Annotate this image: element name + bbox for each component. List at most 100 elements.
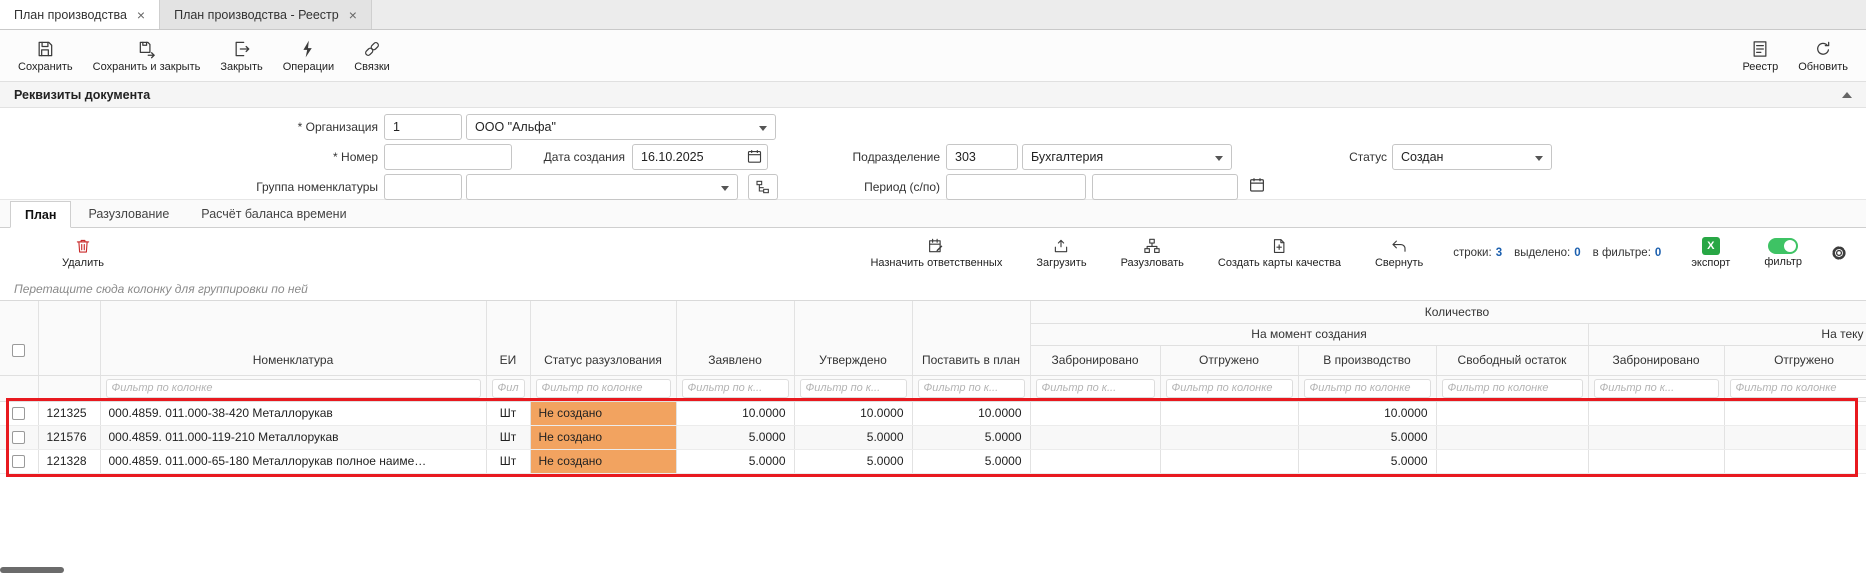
filter-input-in-production[interactable] [1304, 379, 1431, 398]
tab-time-balance[interactable]: Расчёт баланса времени [186, 200, 361, 227]
nomenclature-group-code-input[interactable] [384, 174, 462, 200]
approved-cell[interactable]: 5.0000 [794, 449, 912, 473]
filter-input-put-to-plan[interactable] [918, 379, 1025, 398]
row-checkbox[interactable] [12, 455, 25, 468]
filter-toggle-button[interactable]: фильтр [1754, 235, 1812, 271]
row-checkbox[interactable] [12, 407, 25, 420]
table-row[interactable]: 121325 000.4859. 011.000-38-420 Металлор… [0, 401, 1866, 425]
shipped-current-cell[interactable] [1724, 449, 1866, 473]
shipped-current-cell[interactable] [1724, 401, 1866, 425]
column-header-reserved-creation[interactable]: Забронировано [1030, 345, 1160, 375]
window-tab-plan-production[interactable]: План производства × [0, 0, 160, 29]
reserved-current-cell[interactable] [1588, 425, 1724, 449]
filter-input-unit[interactable] [492, 379, 525, 398]
reserved-creation-cell[interactable] [1030, 449, 1160, 473]
save-button[interactable]: Сохранить [8, 36, 83, 76]
declared-cell[interactable]: 5.0000 [676, 449, 794, 473]
in-production-cell[interactable]: 5.0000 [1298, 449, 1436, 473]
unit-cell[interactable]: Шт [486, 425, 530, 449]
load-button[interactable]: Загрузить [1026, 234, 1096, 272]
in-production-cell[interactable]: 5.0000 [1298, 425, 1436, 449]
reserved-creation-cell[interactable] [1030, 401, 1160, 425]
select-all-checkbox[interactable] [12, 344, 25, 357]
filter-input-reserved-creation[interactable] [1036, 379, 1155, 398]
period-to-input[interactable] [1092, 174, 1238, 200]
save-and-close-button[interactable]: Сохранить и закрыть [83, 36, 211, 76]
collapse-button[interactable]: Свернуть [1365, 234, 1433, 272]
free-rest-cell[interactable] [1436, 425, 1588, 449]
nomenclature-cell[interactable]: 000.4859. 011.000-65-180 Металлорукав по… [100, 449, 486, 473]
period-calendar-icon[interactable] [1248, 176, 1270, 198]
approved-cell[interactable]: 10.0000 [794, 401, 912, 425]
free-rest-cell[interactable] [1436, 401, 1588, 425]
column-header-in-production[interactable]: В производство [1298, 345, 1436, 375]
create-quality-cards-button[interactable]: Создать карты качества [1208, 234, 1351, 272]
shipped-creation-cell[interactable] [1160, 401, 1298, 425]
filter-input-free-rest[interactable] [1442, 379, 1583, 398]
tab-razuzlovanie[interactable]: Разузлование [73, 200, 184, 227]
column-header-approved[interactable]: Утверждено [794, 301, 912, 375]
filter-input-reserved-current[interactable] [1594, 379, 1719, 398]
filter-input-declared[interactable] [682, 379, 789, 398]
row-checkbox[interactable] [12, 431, 25, 444]
table-row[interactable]: 121576 000.4859. 011.000-119-210 Металло… [0, 425, 1866, 449]
reserved-current-cell[interactable] [1588, 449, 1724, 473]
put-to-plan-cell[interactable]: 5.0000 [912, 449, 1030, 473]
explosion-status-cell[interactable]: Не создано [530, 449, 676, 473]
declared-cell[interactable]: 10.0000 [676, 401, 794, 425]
approved-cell[interactable]: 5.0000 [794, 425, 912, 449]
period-from-input[interactable] [946, 174, 1086, 200]
explosion-status-cell[interactable]: Не создано [530, 401, 676, 425]
row-id-cell[interactable]: 121576 [38, 425, 100, 449]
horizontal-scrollbar[interactable] [0, 567, 64, 573]
column-header-free-rest[interactable]: Свободный остаток [1436, 345, 1588, 375]
row-id-cell[interactable]: 121325 [38, 401, 100, 425]
export-excel-button[interactable]: X экспорт [1681, 234, 1740, 272]
shipped-creation-cell[interactable] [1160, 425, 1298, 449]
registry-button[interactable]: Реестр [1732, 36, 1788, 76]
status-select[interactable]: Создан [1392, 144, 1552, 170]
settings-gear-icon[interactable] [1826, 240, 1852, 266]
filter-input-explosion-status[interactable] [536, 379, 671, 398]
shipped-current-cell[interactable] [1724, 425, 1866, 449]
filter-input-approved[interactable] [800, 379, 907, 398]
organization-code-input[interactable] [384, 114, 462, 140]
department-code-input[interactable] [946, 144, 1018, 170]
delete-button[interactable]: Удалить [52, 234, 114, 272]
window-tab-plan-production-registry[interactable]: План производства - Реестр × [160, 0, 372, 29]
nomenclature-cell[interactable]: 000.4859. 011.000-119-210 Металлорукав [100, 425, 486, 449]
column-header-declared[interactable]: Заявлено [676, 301, 794, 375]
tab-close-icon[interactable]: × [137, 8, 145, 22]
toggle-on-icon[interactable] [1768, 238, 1798, 254]
tab-plan[interactable]: План [10, 201, 71, 228]
department-select[interactable]: Бухгалтерия [1022, 144, 1232, 170]
column-header-unit[interactable]: ЕИ [486, 301, 530, 375]
explode-button[interactable]: Разузловать [1111, 234, 1194, 272]
put-to-plan-cell[interactable]: 5.0000 [912, 425, 1030, 449]
shipped-creation-cell[interactable] [1160, 449, 1298, 473]
column-header-shipped-creation[interactable]: Отгружено [1160, 345, 1298, 375]
column-header-explosion-status[interactable]: Статус разузлования [530, 301, 676, 375]
nomenclature-group-select[interactable] [466, 174, 738, 200]
assign-responsible-button[interactable]: Назначить ответственных [860, 234, 1012, 272]
refresh-button[interactable]: Обновить [1788, 36, 1858, 76]
put-to-plan-cell[interactable]: 10.0000 [912, 401, 1030, 425]
column-header-shipped-current[interactable]: Отгружено [1724, 345, 1866, 375]
in-production-cell[interactable]: 10.0000 [1298, 401, 1436, 425]
operations-button[interactable]: Операции [273, 36, 344, 76]
row-id-cell[interactable]: 121328 [38, 449, 100, 473]
filter-input-shipped-creation[interactable] [1166, 379, 1293, 398]
reserved-current-cell[interactable] [1588, 401, 1724, 425]
links-button[interactable]: Связки [344, 36, 400, 76]
declared-cell[interactable]: 5.0000 [676, 425, 794, 449]
table-row[interactable]: 121328 000.4859. 011.000-65-180 Металлор… [0, 449, 1866, 473]
free-rest-cell[interactable] [1436, 449, 1588, 473]
reserved-creation-cell[interactable] [1030, 425, 1160, 449]
column-header-nomenclature[interactable]: Номенклатура [100, 301, 486, 375]
explosion-status-cell[interactable]: Не создано [530, 425, 676, 449]
unit-cell[interactable]: Шт [486, 401, 530, 425]
unit-cell[interactable]: Шт [486, 449, 530, 473]
column-header-put-to-plan[interactable]: Поставить в план [912, 301, 1030, 375]
filter-input-shipped-current[interactable] [1730, 379, 1866, 398]
close-button[interactable]: Закрыть [210, 36, 272, 76]
